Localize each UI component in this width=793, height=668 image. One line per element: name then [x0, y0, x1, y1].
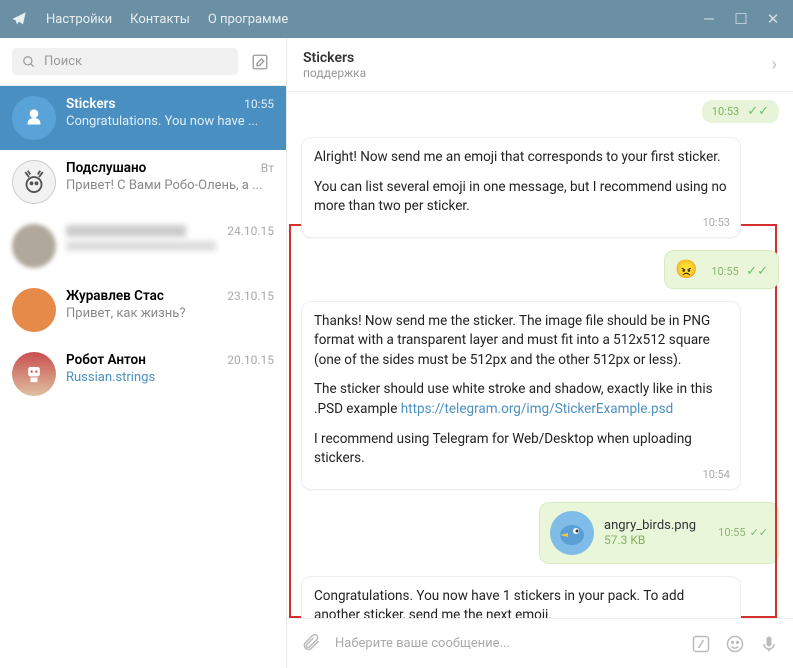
incoming-message: Thanks! Now send me the sticker. The ima… [301, 301, 741, 490]
chat-item-stickers[interactable]: Stickers 10:55 Congratulations. You now h… [0, 86, 286, 150]
message-time: 10:53 [703, 215, 730, 231]
menu-settings[interactable]: Настройки [46, 12, 112, 27]
avatar [12, 288, 56, 332]
compose-icon [251, 53, 269, 71]
chat-item-podslushano[interactable]: Подслушано Вт Привет! С Вами Робо-Олень, … [0, 150, 286, 214]
chat-time: Вт [261, 161, 274, 175]
message-time: 10:55 [711, 265, 738, 278]
menu-about[interactable]: О программе [208, 12, 288, 27]
message-text: Thanks! Now send me the sticker. The ima… [314, 312, 728, 371]
chat-time: 23.10.15 [227, 289, 274, 303]
incoming-message: Congratulations. You now have 1 stickers… [301, 576, 741, 618]
chat-header: Stickers поддержка › [287, 38, 793, 92]
avatar [12, 160, 56, 204]
attach-button[interactable] [301, 632, 321, 656]
psd-link[interactable]: https://telegram.org/img/StickerExample.… [401, 401, 674, 417]
outgoing-file-message[interactable]: angry_birds.png 57.3 KB 10:55 ✓✓ [539, 502, 779, 564]
chat-name: Робот Антон [66, 352, 146, 368]
chat-name: Stickers [66, 96, 115, 112]
chat-item-robot[interactable]: Робот Антон 20.10.15 Russian.strings [0, 342, 286, 406]
compose-button[interactable] [246, 48, 274, 76]
message-text: The sticker should use white stroke and … [314, 380, 728, 419]
messages-area[interactable]: 10:53 ✓✓ Alright! Now send me an emoji t… [287, 92, 793, 618]
chat-preview: Russian.strings [66, 370, 274, 385]
avatar [12, 224, 56, 268]
slash-icon [691, 634, 711, 654]
menu-contacts[interactable]: Контакты [130, 12, 190, 27]
close-button[interactable]: ✕ [763, 9, 783, 29]
file-size: 57.3 KB [604, 533, 708, 547]
read-ticks-icon: ✓✓ [746, 264, 768, 279]
message-time: 10:55 [718, 526, 745, 539]
paperclip-icon [301, 632, 321, 652]
outgoing-message: 😠 10:55 ✓✓ [664, 250, 779, 289]
chat-preview: Congratulations. You now have ... [66, 114, 274, 129]
search-placeholder: Поиск [44, 54, 82, 69]
emoji-icon: 😠 [675, 259, 697, 280]
file-thumbnail [550, 511, 594, 555]
chat-item-blurred[interactable]: 24.10.15 [0, 214, 286, 278]
search-row: Поиск [0, 38, 286, 86]
smile-icon [725, 634, 745, 654]
message-text: I recommend using Telegram for Web/Deskt… [314, 430, 728, 469]
read-ticks-icon: ✓✓ [747, 104, 769, 119]
message-text: Congratulations. You now have 1 stickers… [314, 587, 728, 618]
content: Stickers поддержка › 10:53 ✓✓ Alright! N… [287, 38, 793, 668]
avatar [12, 352, 56, 396]
microphone-icon [759, 634, 779, 654]
read-ticks-icon: ✓✓ [750, 526, 768, 539]
message-text: Alright! Now send me an emoji that corre… [314, 148, 728, 168]
voice-button[interactable] [759, 634, 779, 654]
emoji-button[interactable] [725, 634, 745, 654]
chat-time: 24.10.15 [227, 224, 274, 238]
chat-name: Подслушано [66, 160, 146, 176]
chat-name: Журавлев Стас [66, 288, 164, 304]
incoming-message: Alright! Now send me an emoji that corre… [301, 137, 741, 238]
titlebar: Настройки Контакты О программе — ☐ ✕ [0, 0, 793, 38]
titlebar-menu: Настройки Контакты О программе [46, 12, 288, 27]
chat-item-zhuravlev[interactable]: Журавлев Стас 23.10.15 Привет, как жизнь? [0, 278, 286, 342]
chat-preview [66, 241, 216, 251]
file-name: angry_birds.png [604, 518, 708, 533]
badge-time: 10:53 [712, 105, 739, 118]
chat-list: Stickers 10:55 Congratulations. You now h… [0, 86, 286, 668]
message-time: 10:54 [703, 467, 730, 483]
chat-name [66, 225, 186, 237]
telegram-logo-icon [10, 10, 28, 28]
composer: Наберите ваше сообщение... [287, 618, 793, 668]
maximize-button[interactable]: ☐ [731, 9, 751, 29]
message-text: You can list several emoji in one messag… [314, 178, 728, 217]
minimize-button[interactable]: — [699, 9, 719, 29]
header-more-button[interactable]: › [772, 54, 777, 75]
chat-preview: Привет, как жизнь? [66, 306, 274, 321]
chat-time: 20.10.15 [227, 353, 274, 367]
search-input[interactable]: Поиск [12, 48, 238, 75]
chat-time: 10:55 [244, 97, 274, 111]
search-icon [22, 55, 36, 69]
header-subtitle: поддержка [303, 66, 772, 80]
header-title: Stickers [303, 50, 772, 66]
avatar [12, 96, 56, 140]
command-button[interactable] [691, 634, 711, 654]
sidebar: Поиск Stickers 10:55 Congratulations. You… [0, 38, 287, 668]
message-input[interactable]: Наберите ваше сообщение... [335, 636, 677, 651]
message-badge: 10:53 ✓✓ [702, 100, 779, 123]
chat-preview: Привет! С Вами Робо-Олень, а ... [66, 178, 274, 193]
window-controls: — ☐ ✕ [699, 9, 783, 29]
